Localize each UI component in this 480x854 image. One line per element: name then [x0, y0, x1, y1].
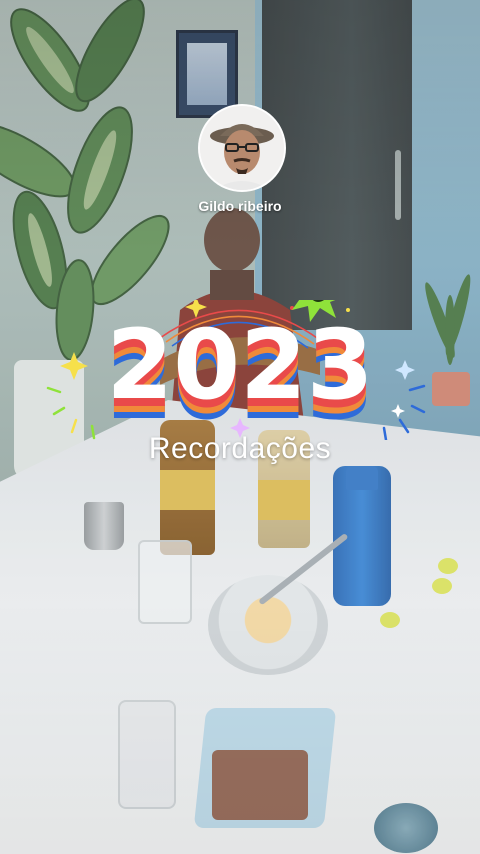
- profile-avatar[interactable]: [198, 104, 286, 192]
- recap-year: 2023: [106, 309, 373, 421]
- user-avatar-icon: [200, 106, 284, 190]
- year-graphic: 2023 2023 2023 2023: [46, 300, 426, 440]
- profile-username: Gildo ribeiro: [198, 198, 282, 214]
- year-text-layers: 2023 2023 2023 2023: [106, 309, 373, 440]
- recap-subtitle: Recordações: [148, 432, 332, 465]
